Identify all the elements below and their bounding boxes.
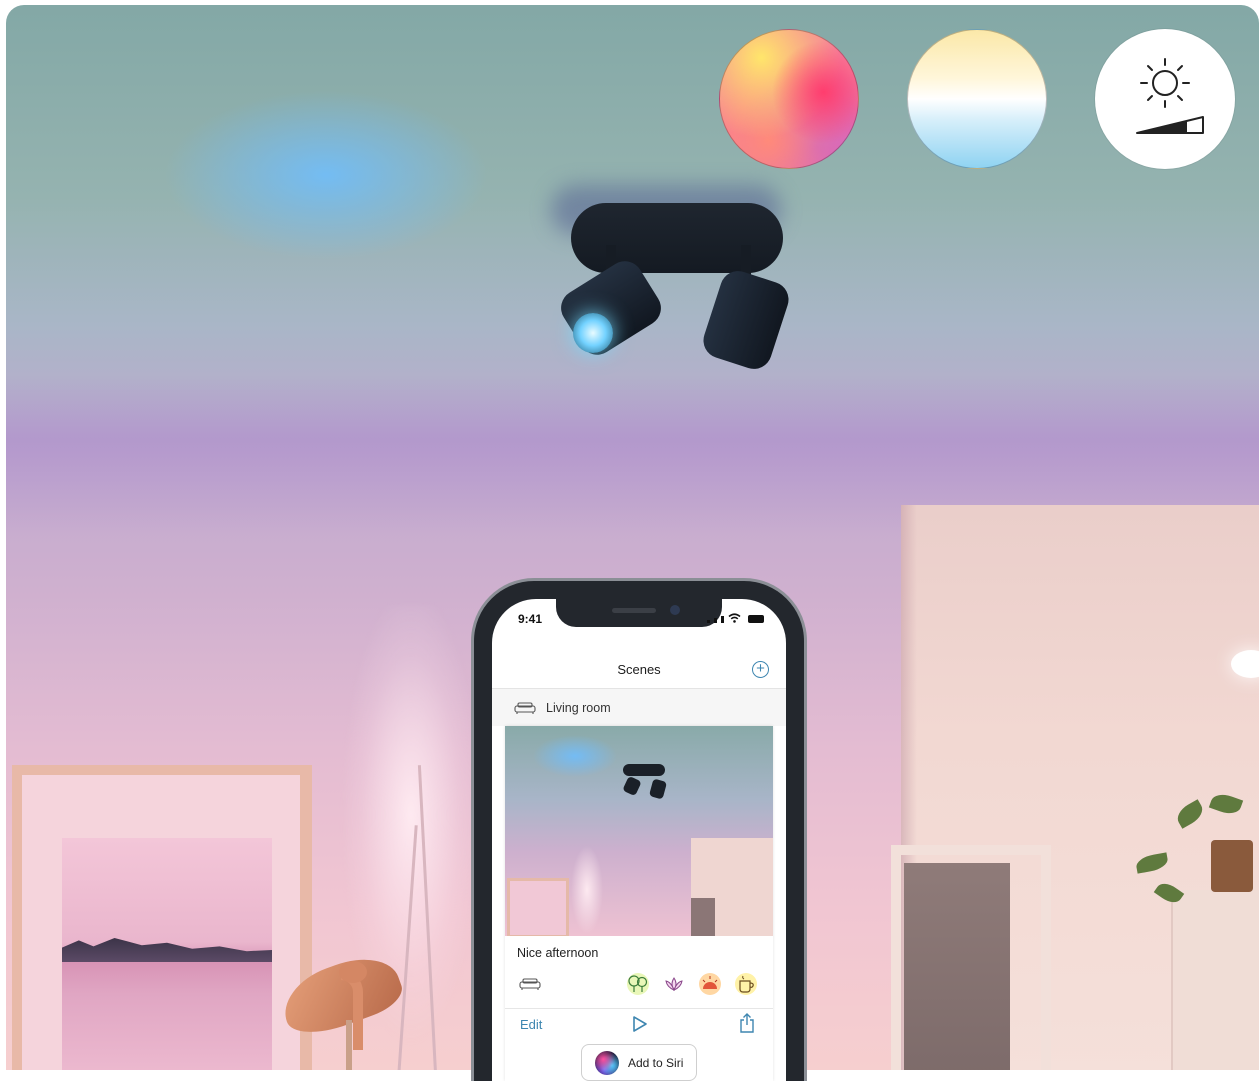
treeline — [62, 938, 272, 962]
doorway — [904, 863, 1010, 1070]
mood-icons — [625, 972, 759, 996]
spotlight-fixture — [551, 185, 794, 385]
brightness-dimming-chip — [1095, 29, 1235, 169]
wifi-icon — [728, 613, 741, 623]
scene-name: Nice afternoon — [517, 946, 599, 960]
thumb-lamp-head — [648, 778, 668, 800]
room-header[interactable]: Living room — [492, 689, 786, 726]
phone-notch — [556, 599, 722, 627]
scene-card[interactable]: Nice afternoon Edit Add to Siri — [505, 726, 773, 1081]
spot-head-right — [698, 266, 794, 374]
lotus-icon — [661, 972, 687, 996]
speaker-grille — [612, 608, 656, 613]
card-divider — [505, 1008, 773, 1009]
scene-icon-row — [505, 972, 773, 996]
lake-photo — [62, 838, 272, 1070]
sunset-icon — [697, 972, 723, 996]
flamingo-head — [339, 961, 367, 983]
smartphone: 9:41 Scenes + Living room Nice afternoon… — [474, 581, 804, 1081]
status-icons — [707, 613, 764, 623]
signal-bar-icon — [721, 616, 724, 623]
sofa-icon — [514, 702, 536, 714]
signal-bar-icon — [707, 620, 710, 623]
siri-icon — [595, 1051, 619, 1075]
add-scene-button[interactable]: + — [752, 661, 769, 678]
status-time: 9:41 — [518, 612, 543, 626]
trees-icon — [625, 972, 651, 996]
plant-pot — [1211, 840, 1253, 892]
thumb-door — [691, 898, 715, 936]
spot-lens — [573, 313, 613, 353]
play-icon[interactable] — [632, 1015, 648, 1033]
page-title: Scenes — [617, 662, 661, 677]
signal-bar-icon — [714, 618, 717, 623]
thumb-lamp-head — [622, 775, 642, 797]
picture-frame — [12, 765, 312, 1070]
thumb-pampas — [567, 846, 607, 936]
battery-icon — [748, 615, 764, 623]
scene-thumbnail[interactable] — [505, 726, 773, 936]
thumb-frame — [507, 878, 569, 936]
edit-button[interactable]: Edit — [520, 1017, 542, 1032]
room-label: Living room — [546, 701, 611, 715]
white-tunable-chip — [907, 29, 1047, 169]
thumb-lamp — [623, 764, 665, 776]
sofa-icon — [519, 978, 541, 990]
sculpture-stand — [346, 1020, 352, 1070]
front-camera — [670, 605, 680, 615]
plus-icon: + — [756, 660, 765, 677]
app-screen: 9:41 Scenes + Living room Nice afternoon… — [492, 599, 786, 1081]
share-icon[interactable] — [739, 1013, 755, 1033]
cabinet — [1171, 890, 1259, 1070]
fixture-bar — [571, 203, 783, 273]
siri-button-label: Add to Siri — [628, 1056, 684, 1070]
coffee-cup-icon — [733, 972, 759, 996]
sun-brightness-icon — [1136, 58, 1204, 134]
color-palette-chip — [719, 29, 859, 169]
add-to-siri-button[interactable]: Add to Siri — [581, 1044, 697, 1081]
